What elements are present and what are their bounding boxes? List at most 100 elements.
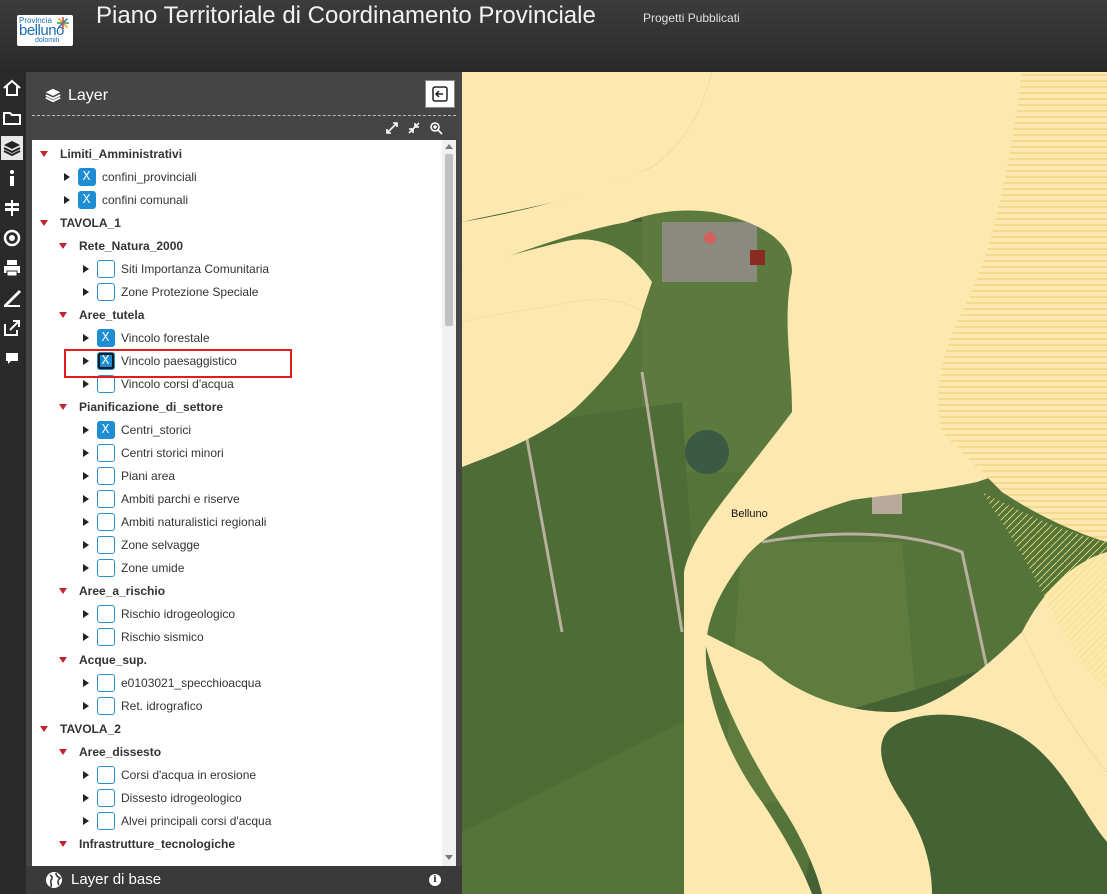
expanded-caret-icon[interactable] [59,243,67,249]
scroll-thumb[interactable] [445,154,453,326]
layer-group[interactable]: Aree_tutela [59,305,144,325]
collapsed-caret-icon[interactable] [64,196,70,204]
collapsed-caret-icon[interactable] [83,541,89,549]
layers-icon[interactable] [1,136,23,160]
layer-item[interactable]: Piani area [83,466,175,486]
base-layer-info-icon[interactable]: i [429,874,441,886]
share-icon[interactable] [1,316,23,340]
layer-visibility-checkbox[interactable] [97,283,115,301]
layer-item[interactable]: Ret. idrografico [83,696,202,716]
layer-item[interactable]: Zone Protezione Speciale [83,282,258,302]
layer-group[interactable]: Limiti_Amministrativi [40,144,182,164]
layer-item[interactable]: Dissesto idrogeologico [83,788,242,808]
expanded-caret-icon[interactable] [40,220,48,226]
layer-visibility-checkbox[interactable] [97,628,115,646]
expanded-caret-icon[interactable] [59,841,67,847]
layer-item[interactable]: Corsi d'acqua in erosione [83,765,256,785]
print-icon[interactable] [1,256,23,280]
expand-all-icon[interactable] [384,120,400,136]
expanded-caret-icon[interactable] [59,404,67,410]
collapse-all-icon[interactable] [406,120,422,136]
home-icon[interactable] [1,76,23,100]
layer-item[interactable]: Rischio idrogeologico [83,604,235,624]
layer-visibility-checkbox[interactable] [97,490,115,508]
layer-item[interactable]: confini comunali [64,190,188,210]
layer-visibility-checkbox[interactable] [97,605,115,623]
layer-group[interactable]: Aree_dissesto [59,742,161,762]
ruler-icon[interactable] [1,286,23,310]
layer-group[interactable]: Pianificazione_di_settore [59,397,223,417]
collapsed-caret-icon[interactable] [83,633,89,641]
layer-visibility-checkbox[interactable] [97,467,115,485]
layer-visibility-checkbox[interactable] [97,513,115,531]
info-icon[interactable] [1,166,23,190]
comment-icon[interactable] [1,346,23,370]
layer-visibility-checkbox[interactable] [97,559,115,577]
layer-item[interactable]: e0103021_specchioacqua [83,673,261,693]
collapsed-caret-icon[interactable] [83,679,89,687]
collapsed-caret-icon[interactable] [83,334,89,342]
provincia-belluno-logo[interactable]: Provincia belluno dolomiti [17,15,73,46]
layer-group[interactable]: TAVOLA_2 [40,719,121,739]
collapsed-caret-icon[interactable] [83,449,89,457]
layer-group[interactable]: Rete_Natura_2000 [59,236,183,256]
layer-visibility-checkbox[interactable] [97,329,115,347]
collapsed-caret-icon[interactable] [83,495,89,503]
layer-item[interactable]: Centri_storici [83,420,191,440]
layer-visibility-checkbox[interactable] [97,421,115,439]
expanded-caret-icon[interactable] [40,726,48,732]
layer-visibility-checkbox[interactable] [97,789,115,807]
layer-item[interactable]: Rischio sismico [83,627,204,647]
collapsed-caret-icon[interactable] [83,817,89,825]
layer-visibility-checkbox[interactable] [97,536,115,554]
scroll-down-arrow-icon[interactable] [445,855,453,860]
layer-visibility-checkbox[interactable] [97,260,115,278]
expanded-caret-icon[interactable] [40,151,48,157]
collapsed-caret-icon[interactable] [83,702,89,710]
layer-group[interactable]: Infrastrutture_tecnologiche [59,834,235,854]
collapsed-caret-icon[interactable] [83,564,89,572]
layer-item[interactable]: Vincolo forestale [83,328,210,348]
collapsed-caret-icon[interactable] [83,794,89,802]
layer-item[interactable]: Centri storici minori [83,443,224,463]
expanded-caret-icon[interactable] [59,657,67,663]
layer-group[interactable]: Aree_a_rischio [59,581,165,601]
collapsed-caret-icon[interactable] [64,173,70,181]
layer-item[interactable]: Zone selvagge [83,535,200,555]
layer-item[interactable]: Ambiti naturalistici regionali [83,512,266,532]
layer-item[interactable]: Zone umide [83,558,184,578]
expanded-caret-icon[interactable] [59,749,67,755]
layer-item[interactable]: Ambiti parchi e riserve [83,489,240,509]
expanded-caret-icon[interactable] [59,312,67,318]
layer-group[interactable]: Acque_sup. [59,650,147,670]
map-canvas[interactable] [462,72,1107,894]
layer-visibility-checkbox[interactable] [97,674,115,692]
layer-visibility-checkbox[interactable] [78,168,96,186]
collapsed-caret-icon[interactable] [83,771,89,779]
collapsed-caret-icon[interactable] [83,288,89,296]
zoom-to-layer-icon[interactable] [428,120,444,136]
target-icon[interactable] [1,226,23,250]
base-layer-bar[interactable]: Layer di base i [26,866,462,894]
collapsed-caret-icon[interactable] [83,426,89,434]
expanded-caret-icon[interactable] [59,588,67,594]
layer-visibility-checkbox[interactable] [78,191,96,209]
layer-item[interactable]: Alvei principali corsi d'acqua [83,811,271,831]
collapsed-caret-icon[interactable] [83,380,89,388]
map-view[interactable]: Belluno [462,72,1107,894]
collapsed-caret-icon[interactable] [83,472,89,480]
layer-visibility-checkbox[interactable] [97,697,115,715]
collapsed-caret-icon[interactable] [83,265,89,273]
folder-icon[interactable] [1,106,23,130]
layer-visibility-checkbox[interactable] [97,444,115,462]
collapsed-caret-icon[interactable] [83,610,89,618]
tree-scrollbar[interactable] [442,140,456,866]
layer-item[interactable]: Siti Importanza Comunitaria [83,259,269,279]
layer-visibility-checkbox[interactable] [97,766,115,784]
scroll-up-arrow-icon[interactable] [445,144,453,149]
signpost-icon[interactable] [1,196,23,220]
layer-group[interactable]: TAVOLA_1 [40,213,121,233]
layer-visibility-checkbox[interactable] [97,812,115,830]
collapsed-caret-icon[interactable] [83,518,89,526]
layer-item[interactable]: confini_provinciali [64,167,197,187]
